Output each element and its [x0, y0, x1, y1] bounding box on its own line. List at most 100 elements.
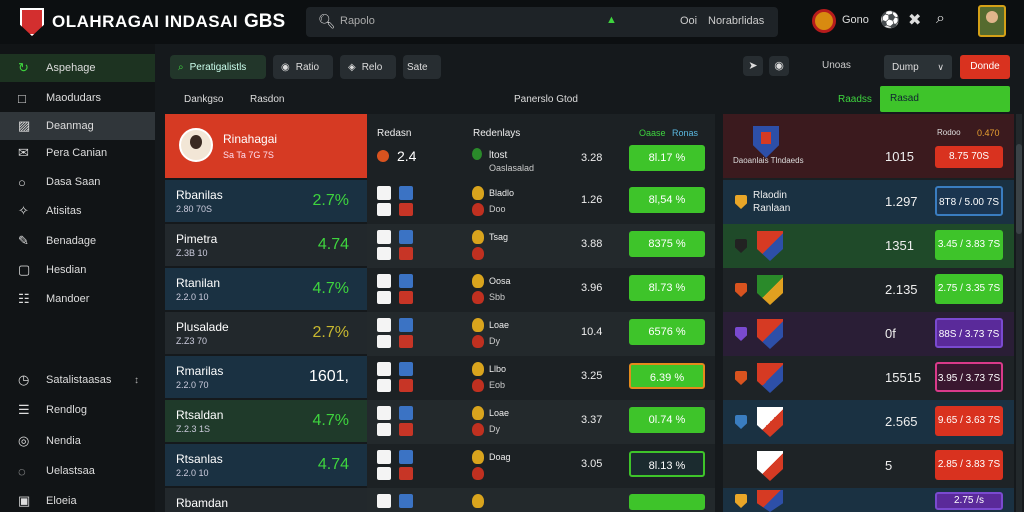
- game-label[interactable]: Gono: [842, 14, 869, 26]
- search-icon: 🔍︎: [318, 13, 336, 29]
- refresh-icon: ↻: [18, 60, 29, 75]
- player-row[interactable]: Rtsaldan Z.2.3 1S 4.7%: [165, 400, 367, 442]
- sidebar-item-12[interactable]: ◌ Uelastsaa: [0, 457, 155, 485]
- odds-button[interactable]: 8l,54 %: [629, 187, 705, 213]
- match-team: Sbb: [489, 292, 506, 302]
- sidebar-item-9[interactable]: ◷ Satalistaasas ↕: [0, 366, 155, 394]
- team-badge-icon[interactable]: [812, 9, 836, 33]
- player-sub: 2.2.0 70: [176, 380, 209, 390]
- team-shield-icon: [757, 275, 783, 305]
- sidebar-label: Mandoer: [46, 293, 90, 305]
- shield-icon: ✧: [18, 203, 29, 218]
- crest-icon: [472, 247, 484, 260]
- match-team: Loae: [489, 320, 510, 330]
- match-row: [367, 488, 715, 512]
- player-row[interactable]: Rbanilas 2.80 70S 2.7%: [165, 180, 367, 222]
- target-icon: ◎: [18, 433, 30, 448]
- odds-button[interactable]: 8l.73 %: [629, 275, 705, 301]
- search-option-2[interactable]: Norabrlidas: [708, 15, 764, 27]
- filter-button-4[interactable]: Sate: [403, 55, 441, 79]
- scrollbar[interactable]: [1016, 114, 1022, 512]
- crest-icon: [472, 494, 484, 508]
- search-bar[interactable]: 🔍︎ Rapolo ▲ Ooi Norabrlidas: [306, 7, 778, 37]
- odds-box[interactable]: 88S / 3.73 7S: [935, 318, 1003, 348]
- odds-button[interactable]: 6576 %: [629, 319, 705, 345]
- sidebar-item-3[interactable]: ✉ Pera Canian: [0, 139, 155, 167]
- leaf-icon: ▲: [606, 14, 617, 26]
- primary-action-button[interactable]: Donde: [960, 55, 1010, 79]
- player-row[interactable]: Rtsanlas 2.2.0 10 4.74: [165, 444, 367, 486]
- badge-icon: [377, 186, 391, 200]
- match-row: Llbo Eob 3.25 6.39 %: [367, 356, 715, 400]
- search-placeholder[interactable]: Rapolo: [340, 15, 375, 27]
- sidebar-item-13[interactable]: ▣ Eloeia: [0, 487, 155, 512]
- crest-icon: [735, 283, 747, 297]
- column-header-a[interactable]: Dankgso: [184, 94, 223, 105]
- sidebar-item-11[interactable]: ◎ Nendia: [0, 427, 155, 455]
- badge-icon: [399, 423, 413, 436]
- tag-icon: ◈: [348, 61, 356, 73]
- green-status-bar[interactable]: Rasad: [880, 86, 1010, 112]
- player-row[interactable]: Rtanilan 2.2.0 10 4.7%: [165, 268, 367, 310]
- sidebar-item-7[interactable]: ▢ Hesdian: [0, 256, 155, 284]
- odds-button[interactable]: 8l.17 %: [629, 145, 705, 171]
- filter-button-3[interactable]: ◈ Relo: [340, 55, 396, 79]
- odds-box[interactable]: 2.75 / 3.35 7S: [935, 274, 1003, 304]
- view-dropdown[interactable]: Dump ∨: [884, 55, 952, 79]
- crest-icon: [472, 379, 484, 392]
- player-sub: Sa Ta 7G 7S: [223, 150, 274, 160]
- odds-box[interactable]: 9.65 / 3.63 7S: [935, 406, 1003, 436]
- sidebar-item-5[interactable]: ✧ Atisitas: [0, 197, 155, 225]
- sidebar-item-0[interactable]: ↻ Aspehage: [0, 54, 155, 82]
- filter-button-2[interactable]: ◉ Ratio: [273, 55, 333, 79]
- odds-button[interactable]: 8375 %: [629, 231, 705, 257]
- odds-button[interactable]: 0l.74 %: [629, 407, 705, 433]
- filter-mark[interactable]: Unoas: [822, 60, 851, 71]
- sidebar-item-2[interactable]: ▨ Deanmag: [0, 112, 155, 140]
- player-row[interactable]: Rbamdan: [165, 488, 367, 512]
- odds-box[interactable]: 8.75 70S: [935, 146, 1003, 168]
- odds-row: 2.75 /s: [723, 488, 1014, 512]
- player-value: 4.7%: [312, 280, 349, 297]
- mute-icon[interactable]: ✖: [908, 10, 921, 30]
- crest-icon: [472, 203, 484, 216]
- sidebar-item-4[interactable]: ○ Dasa Saan: [0, 168, 155, 196]
- player-header[interactable]: Rinahagai Sa Ta 7G 7S: [165, 114, 367, 178]
- match-team: Doo: [489, 204, 506, 214]
- search-icon-2[interactable]: ⌕: [936, 10, 945, 28]
- odds-box[interactable]: 2.75 /s: [935, 492, 1003, 510]
- odds-button[interactable]: [629, 494, 705, 510]
- sidebar-item-1[interactable]: □ Maodudars: [0, 84, 155, 112]
- player-row[interactable]: Plusalade Z.Z3 70 2.7%: [165, 312, 367, 354]
- odds-button[interactable]: 6.39 %: [629, 363, 705, 389]
- globe-icon[interactable]: ◉: [769, 56, 789, 76]
- player-row[interactable]: Rmarilas 2.2.0 70 1601,: [165, 356, 367, 398]
- column-header-b[interactable]: Rasdon: [250, 94, 284, 105]
- odds-box[interactable]: 2.85 / 3.83 7S: [935, 450, 1003, 480]
- odds-box[interactable]: 3.95 / 3.73 7S: [935, 362, 1003, 392]
- sidebar-item-6[interactable]: ✎ Benadage: [0, 227, 155, 255]
- player-row[interactable]: Pimetra Z.3B 10 4.74: [165, 224, 367, 266]
- badge-icon: [399, 467, 413, 480]
- user-avatar[interactable]: [978, 5, 1006, 37]
- square-icon: □: [18, 90, 26, 106]
- crest-icon: [472, 362, 484, 376]
- football-icon[interactable]: ⚽: [880, 10, 900, 30]
- share-icon[interactable]: ➤: [743, 56, 763, 76]
- search-option-1[interactable]: Ooi: [680, 15, 697, 27]
- odds-row: 1351 3.45 / 3.83 7S: [723, 224, 1014, 268]
- square-icon: ▣: [18, 493, 31, 508]
- green-label: Raadss: [838, 94, 872, 105]
- crest-icon: [735, 195, 747, 209]
- match-number: 3.25: [581, 370, 603, 382]
- odds-button[interactable]: 8l.13 %: [629, 451, 705, 477]
- odds-box[interactable]: 8T8 / 5.00 7S: [935, 186, 1003, 216]
- crest-icon: [472, 335, 484, 348]
- sidebar-item-10[interactable]: ☰ Rendlog: [0, 396, 155, 424]
- sidebar-item-8[interactable]: ☷ Mandoer: [0, 285, 155, 313]
- filter-button-1[interactable]: ⌕ Peratigalistls: [170, 55, 266, 79]
- team-shield-icon: [757, 451, 783, 481]
- odds-number: 5: [885, 458, 893, 473]
- odds-box[interactable]: 3.45 / 3.83 7S: [935, 230, 1003, 260]
- odds-header-value: 0.470: [977, 128, 1000, 138]
